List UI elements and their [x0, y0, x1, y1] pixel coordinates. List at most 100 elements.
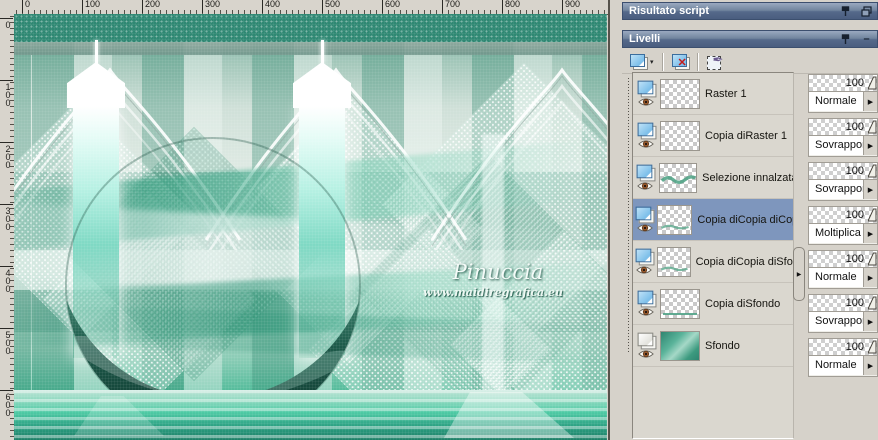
layer-icon-stack [635, 122, 657, 149]
opacity-value: 100 [845, 297, 864, 309]
visibility-eye-icon[interactable] [638, 349, 654, 359]
blend-mode-dropdown[interactable]: Sovrapponi ▶ [809, 180, 877, 199]
opacity-slider[interactable]: 100 [809, 295, 877, 312]
toolbar-separator [661, 52, 664, 71]
layer-controls: 100 Sovrapponi ▶ [808, 294, 878, 333]
opacity-slider-handle[interactable] [868, 296, 877, 310]
dropdown-arrow-icon[interactable]: ▶ [863, 92, 877, 111]
grain-texture [14, 14, 607, 440]
blend-mode-dropdown[interactable]: Sovrapponi ▶ [809, 312, 877, 331]
dropdown-arrow-icon[interactable]: ▶ [863, 180, 877, 199]
image-canvas[interactable]: Pinuccia www.maidiregrafica.eu [14, 14, 607, 440]
dock-divider[interactable] [608, 0, 610, 440]
new-layer-caret-icon[interactable]: ▾ [650, 58, 654, 66]
dropdown-arrow-icon[interactable]: ▶ [863, 268, 877, 287]
pin-icon[interactable] [839, 5, 852, 18]
opacity-value: 100 [845, 253, 864, 265]
layer-row[interactable]: Raster 1 [633, 73, 793, 115]
opacity-slider-handle[interactable] [868, 164, 877, 178]
layer-row[interactable]: Selezione innalzata [633, 157, 793, 199]
layer-row[interactable]: Copia diCopia diSfondo [633, 241, 793, 283]
dropdown-arrow-icon[interactable]: ▶ [863, 312, 877, 331]
ruler-label-h: 400 [262, 0, 280, 13]
opacity-slider[interactable]: 100 [809, 75, 877, 92]
delete-layer-button[interactable]: ✕ [671, 52, 690, 72]
horizontal-band [14, 172, 607, 250]
top-texture-band [14, 14, 607, 42]
layer-row[interactable]: Copia diCopia diCopia [633, 199, 793, 241]
layer-controls: 100 Normale ▶ [808, 338, 878, 377]
edit-selection-button[interactable]: ✒ [706, 52, 725, 72]
blend-mode-dropdown[interactable]: Normale ▶ [809, 92, 877, 111]
vertical-ruler: 0 100 200 300 400 500 600 [0, 14, 15, 440]
ruler-label-h: 100 [82, 0, 100, 13]
visibility-eye-icon[interactable] [637, 181, 654, 191]
watermark-url: www.maidiregrafica.eu [422, 286, 563, 299]
layer-name: Copia diRaster 1 [705, 129, 787, 142]
panel-splitter-handle[interactable]: ▶ [793, 247, 805, 301]
collapse-icon[interactable]: – [860, 33, 873, 46]
ruler-label-v: 400 [0, 266, 13, 292]
new-layer-button[interactable]: ▾ [630, 52, 654, 72]
layer-thumbnail[interactable] [660, 288, 700, 319]
layer-thumbnail[interactable] [657, 204, 693, 235]
layer-thumbnail[interactable] [656, 246, 691, 277]
layer-name: Sfondo [705, 339, 740, 352]
ruler-label-v: 0 [0, 18, 13, 28]
opacity-slider[interactable]: 100 [809, 207, 877, 224]
blend-mode-dropdown[interactable]: Normale ▶ [809, 356, 877, 375]
ruler-label-v: 300 [0, 204, 13, 230]
float-window-icon[interactable] [860, 5, 873, 18]
blend-mode-dropdown[interactable]: Moltiplica ▶ [809, 224, 877, 243]
layer-row[interactable]: Copia diSfondo [633, 283, 793, 325]
layer-thumbnail[interactable] [660, 330, 700, 361]
layer-icon-stack [635, 290, 657, 317]
ruler-label-v: 600 [0, 390, 13, 416]
opacity-slider-handle[interactable] [868, 340, 877, 354]
sparkle-diamond [354, 154, 607, 424]
opacity-value: 100 [845, 209, 864, 221]
ruler-label-h: 0 [22, 0, 30, 13]
visibility-eye-icon[interactable] [638, 97, 654, 107]
opacity-slider-handle[interactable] [868, 252, 877, 266]
layer-row[interactable]: Copia diRaster 1 [633, 115, 793, 157]
glass-ring [54, 137, 384, 440]
dropdown-arrow-icon[interactable]: ▶ [863, 136, 877, 155]
opacity-slider-handle[interactable] [868, 208, 877, 222]
ruler-label-v: 100 [0, 80, 13, 106]
column-tip [67, 62, 125, 108]
horizontal-band [14, 250, 607, 290]
new-layer-icon [630, 54, 648, 70]
layer-row[interactable]: Sfondo [633, 325, 793, 367]
pin-icon[interactable] [839, 33, 852, 46]
script-result-panel-header[interactable]: Risultato script [622, 2, 878, 20]
sparkle-diamond [42, 192, 256, 406]
visibility-eye-icon[interactable] [636, 265, 653, 275]
layer-controls: 100 Normale ▶ [808, 250, 878, 289]
blend-mode-dropdown[interactable]: Normale ▶ [809, 268, 877, 287]
dropdown-arrow-icon[interactable]: ▶ [863, 356, 877, 375]
visibility-eye-icon[interactable] [636, 223, 653, 233]
blend-mode-dropdown[interactable]: Sovrapponi ▶ [809, 136, 877, 155]
layers-panel-header[interactable]: Livelli – [622, 30, 878, 48]
visibility-eye-icon[interactable] [638, 307, 654, 317]
opacity-slider[interactable]: 100 [809, 339, 877, 356]
layer-thumbnail[interactable] [658, 162, 698, 193]
opacity-value: 100 [845, 121, 864, 133]
arch-lines [14, 67, 607, 250]
opacity-slider[interactable]: 100 [809, 251, 877, 268]
dropdown-arrow-icon[interactable]: ▶ [863, 224, 877, 243]
layers-list: Raster 1 Copia diRaster 1 Selezione inna… [632, 72, 794, 439]
layer-name: Copia diCopia diCopia [697, 213, 793, 226]
sparkle-diamond [66, 126, 322, 382]
floor-ray [444, 392, 574, 438]
visibility-eye-icon[interactable] [638, 139, 654, 149]
crystal-column [299, 106, 345, 358]
layer-thumbnail[interactable] [660, 78, 700, 109]
layer-thumbnail[interactable] [660, 120, 700, 151]
opacity-slider[interactable]: 100 [809, 119, 877, 136]
opacity-slider-handle[interactable] [868, 76, 877, 90]
opacity-slider-handle[interactable] [868, 120, 877, 134]
opacity-slider[interactable]: 100 [809, 163, 877, 180]
opacity-value: 100 [845, 341, 864, 353]
